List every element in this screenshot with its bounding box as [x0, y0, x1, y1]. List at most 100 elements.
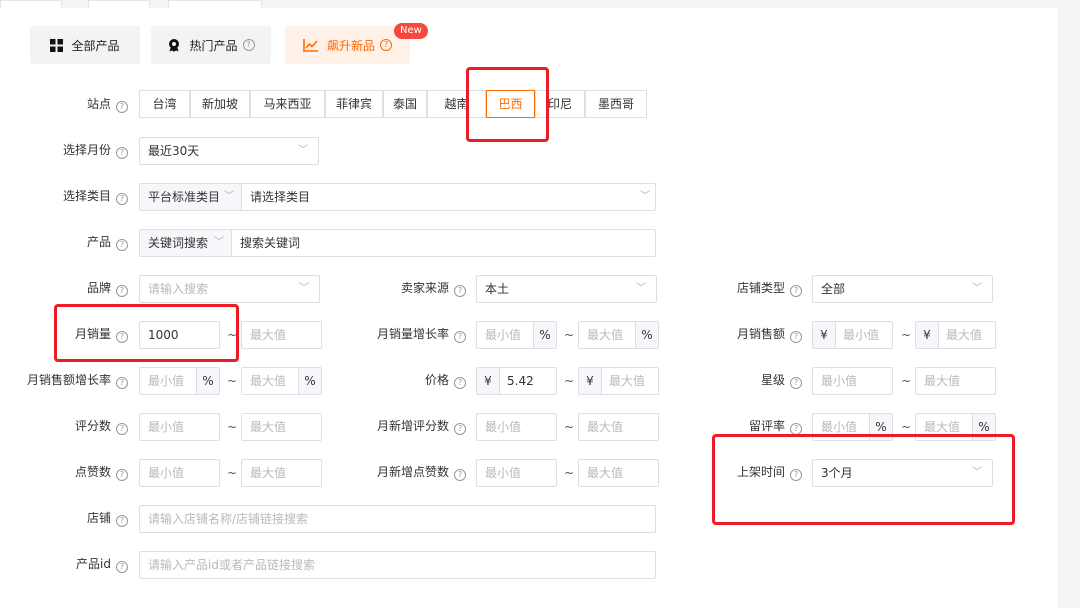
- help-icon[interactable]: ?: [454, 377, 466, 389]
- site-option-taiwan[interactable]: 台湾: [139, 90, 190, 118]
- help-icon[interactable]: ?: [116, 423, 128, 435]
- month-label: 选择月份?: [63, 140, 128, 160]
- product-mode-select[interactable]: 关键词搜索 ﹀: [140, 230, 232, 256]
- site-option-mexico[interactable]: 墨西哥: [585, 90, 647, 118]
- site-option-malaysia[interactable]: 马来西亚: [250, 90, 325, 118]
- help-icon[interactable]: ?: [116, 469, 128, 481]
- range-separator: ~: [564, 420, 575, 434]
- help-icon[interactable]: ?: [790, 331, 802, 343]
- chevron-down-icon: ﹀: [972, 283, 982, 294]
- top-tab-stub-2[interactable]: [88, 0, 150, 8]
- store-type-value: 全部: [821, 282, 846, 296]
- likes-min-input[interactable]: 最小值: [139, 459, 220, 487]
- tab-new-products-label: 飙升新品: [326, 38, 375, 53]
- price-label: 价格?: [425, 370, 466, 390]
- placeholder-text: 最大值: [924, 420, 961, 434]
- monthly-revenue-growth-min-input[interactable]: 最小值%: [139, 367, 220, 395]
- help-icon[interactable]: ?: [454, 331, 466, 343]
- site-option-brazil[interactable]: 巴西: [486, 90, 535, 118]
- likes-max-input[interactable]: 最大值: [241, 459, 322, 487]
- yuan-prefix: ¥: [477, 368, 500, 394]
- yuan-prefix: ¥: [579, 368, 602, 394]
- monthly-revenue-min-input[interactable]: ¥ 最小值: [812, 321, 893, 349]
- tab-all-products-label: 全部产品: [71, 38, 120, 53]
- store-search-input[interactable]: 请输入店铺名称/店铺链接搜索: [139, 505, 656, 533]
- monthly-sales-max-input[interactable]: 最大值: [241, 321, 322, 349]
- seller-source-label: 卖家来源?: [401, 278, 466, 298]
- monthly-revenue-growth-max-input[interactable]: 最大值%: [241, 367, 322, 395]
- site-option-philippines[interactable]: 菲律宾: [325, 90, 383, 118]
- help-icon[interactable]: ?: [116, 147, 128, 159]
- brand-select[interactable]: 请输入搜索 ﹀: [139, 275, 320, 303]
- monthly-new-reviews-min-input[interactable]: 最小值: [476, 413, 557, 441]
- tab-hot-products-label: 热门产品: [189, 38, 238, 53]
- price-max-input[interactable]: ¥ 最大值: [578, 367, 659, 395]
- grid-icon: [50, 38, 64, 52]
- site-option-thailand[interactable]: 泰国: [383, 90, 427, 118]
- product-field: 关键词搜索 ﹀ 搜索关键词: [139, 229, 656, 257]
- review-count-min-input[interactable]: 最小值: [139, 413, 220, 441]
- product-mode-value: 关键词搜索: [148, 236, 209, 250]
- percent-suffix: %: [298, 368, 321, 394]
- tab-new-products[interactable]: 飙升新品 ?: [285, 26, 410, 64]
- star-rating-min-input[interactable]: 最小值: [812, 367, 893, 395]
- help-icon[interactable]: ?: [116, 377, 128, 389]
- monthly-sales-growth-label: 月销量增长率?: [377, 324, 466, 344]
- help-icon[interactable]: ?: [116, 285, 128, 297]
- review-count-max-input[interactable]: 最大值: [241, 413, 322, 441]
- monthly-new-likes-min-input[interactable]: 最小值: [476, 459, 557, 487]
- monthly-new-reviews-max-input[interactable]: 最大值: [578, 413, 659, 441]
- chevron-down-icon: ﹀: [640, 191, 650, 202]
- monthly-new-likes-max-input[interactable]: 最大值: [578, 459, 659, 487]
- price-min-value: 5.42: [507, 374, 534, 388]
- help-icon[interactable]: ?: [116, 515, 128, 527]
- chevron-down-icon: ﹀: [636, 283, 646, 294]
- seller-source-value: 本土: [485, 282, 510, 296]
- star-rating-max-input[interactable]: 最大值: [915, 367, 996, 395]
- help-icon[interactable]: ?: [454, 285, 466, 297]
- placeholder-text: 最大值: [250, 374, 287, 388]
- store-type-label: 店铺类型?: [737, 278, 802, 298]
- monthly-revenue-label: 月销售额?: [737, 324, 802, 344]
- help-icon[interactable]: ?: [116, 193, 128, 205]
- seller-source-select[interactable]: 本土 ﹀: [476, 275, 657, 303]
- tab-all-products[interactable]: 全部产品: [30, 26, 140, 64]
- tab-hot-products[interactable]: 热门产品 ?: [151, 26, 271, 64]
- placeholder-text: 最小值: [148, 374, 185, 388]
- product-id-search-input[interactable]: 请输入产品id或者产品链接搜索: [139, 551, 656, 579]
- help-icon[interactable]: ?: [116, 561, 128, 573]
- brand-label: 品牌?: [87, 278, 128, 298]
- likes-label: 点赞数?: [75, 462, 128, 482]
- annotation-box-monthly-sales: [54, 304, 239, 362]
- range-separator: ~: [564, 466, 575, 480]
- range-separator: ~: [227, 374, 238, 388]
- store-type-select[interactable]: 全部 ﹀: [812, 275, 993, 303]
- product-keyword-placeholder: 搜索关键词: [240, 236, 301, 250]
- month-select[interactable]: 最近30天 ﹀: [139, 137, 319, 165]
- yuan-prefix: ¥: [916, 322, 939, 348]
- top-tab-stub-3[interactable]: [168, 0, 262, 8]
- help-icon[interactable]: ?: [116, 101, 128, 113]
- help-icon[interactable]: ?: [380, 39, 392, 51]
- top-tab-stub-1[interactable]: [0, 0, 62, 8]
- category-select[interactable]: 请选择类目 ﹀: [250, 184, 650, 210]
- help-icon[interactable]: ?: [454, 469, 466, 481]
- star-rating-label: 星级?: [761, 370, 802, 390]
- monthly-sales-growth-max-input[interactable]: 最大值%: [578, 321, 659, 349]
- category-type-select[interactable]: 平台标准类目 ﹀: [140, 184, 242, 210]
- help-icon[interactable]: ?: [116, 239, 128, 251]
- help-icon[interactable]: ?: [790, 285, 802, 297]
- percent-suffix: %: [635, 322, 658, 348]
- product-keyword-input[interactable]: 搜索关键词: [240, 230, 650, 256]
- help-icon[interactable]: ?: [242, 39, 255, 51]
- help-icon[interactable]: ?: [790, 377, 802, 389]
- site-option-singapore[interactable]: 新加坡: [190, 90, 250, 118]
- placeholder-text: 最小值: [821, 420, 858, 434]
- placeholder-text: 最大值: [587, 328, 624, 342]
- range-separator: ~: [564, 328, 575, 342]
- chevron-down-icon: ﹀: [224, 191, 234, 202]
- monthly-sales-growth-min-input[interactable]: 最小值%: [476, 321, 557, 349]
- help-icon[interactable]: ?: [454, 423, 466, 435]
- monthly-revenue-max-input[interactable]: ¥ 最大值: [915, 321, 996, 349]
- price-min-input[interactable]: ¥5.42: [476, 367, 557, 395]
